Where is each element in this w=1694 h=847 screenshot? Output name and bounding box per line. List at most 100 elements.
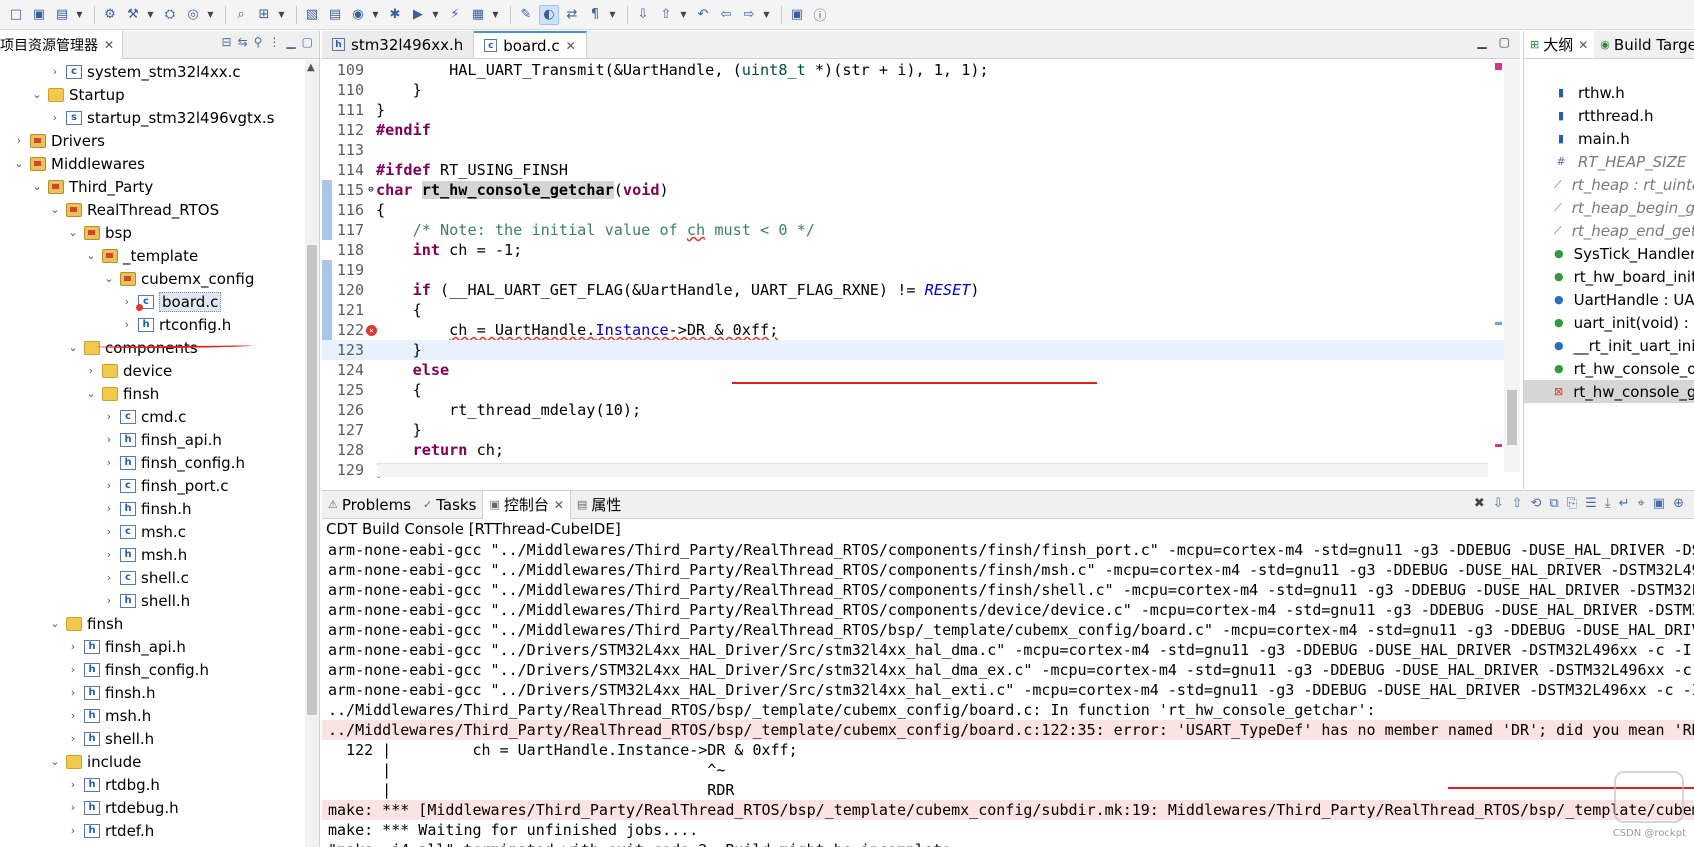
editor-horizontal-scrollbar[interactable] <box>378 463 1488 477</box>
code-line[interactable]: 113 <box>322 140 1520 160</box>
ruler-marker[interactable] <box>1495 444 1502 447</box>
open-icon[interactable]: ▦ <box>468 5 488 25</box>
prev-error-icon[interactable]: ⇧ <box>1512 496 1523 511</box>
forward-icon[interactable]: ⇨ <box>739 5 759 25</box>
outline-item[interactable]: ⟋ rt_heap : rt_uint8_t <box>1524 173 1694 196</box>
tree-item[interactable]: › s startup_stm32l496vgtx.s <box>0 106 308 129</box>
new-icon[interactable]: □ <box>6 5 26 25</box>
ruler-marker[interactable] <box>1495 63 1502 70</box>
minimize-icon[interactable]: ▁ <box>1477 35 1486 49</box>
chevron-down-icon[interactable]: ⌄ <box>30 88 44 101</box>
chevron-right-icon[interactable]: › <box>66 640 80 653</box>
pilcrow-icon[interactable]: ¶ <box>585 5 605 25</box>
code-line[interactable]: 118 int ch = -1; <box>322 240 1520 260</box>
tree-item[interactable]: › h finsh_api.h <box>0 635 308 658</box>
outline-item[interactable]: ● uart_init(void) : int <box>1524 311 1694 334</box>
close-icon[interactable]: ✕ <box>566 39 576 53</box>
code-line[interactable]: 120 if (__HAL_UART_GET_FLAG(&UartHandle,… <box>322 280 1520 300</box>
chevron-down-icon[interactable]: ▼ <box>762 10 771 19</box>
outline-item[interactable]: ▮ main.h <box>1524 127 1694 150</box>
chevron-down-icon[interactable]: ▼ <box>146 10 155 19</box>
maximize-icon[interactable]: ▢ <box>302 35 313 49</box>
chevron-down-icon[interactable]: ▼ <box>679 10 688 19</box>
paste-icon[interactable]: ⎘ <box>1567 496 1577 511</box>
tree-item[interactable]: ⌄ finsh <box>0 612 308 635</box>
chevron-right-icon[interactable]: › <box>66 801 80 814</box>
link-errors-icon[interactable]: ⟲ <box>1531 496 1542 511</box>
code-line[interactable]: 121 { <box>322 300 1520 320</box>
link-editor-icon[interactable]: ⇆ <box>238 35 248 49</box>
chevron-right-icon[interactable]: › <box>120 318 134 331</box>
tree-item[interactable]: › h rtdbg.h <box>0 773 308 796</box>
chevron-down-icon[interactable]: ⌄ <box>66 226 80 239</box>
tree-item[interactable]: › c system_stm32l4xx.c <box>0 60 308 83</box>
code-line[interactable]: 123 } <box>322 340 1520 360</box>
tree-item[interactable]: › c msh.c <box>0 520 308 543</box>
chevron-down-icon[interactable]: ⌄ <box>48 203 62 216</box>
tree-item[interactable]: › h rtdef.h <box>0 819 308 842</box>
tree-item[interactable]: ⌄ finsh <box>0 382 308 405</box>
console-output[interactable]: arm-none-eabi-gcc "../Middlewares/Third_… <box>322 540 1694 847</box>
editor-vertical-scrollbar[interactable] <box>1504 60 1520 472</box>
fold-icon[interactable]: ⊖ <box>366 185 376 195</box>
tree-item[interactable]: › h finsh_config.h <box>0 658 308 681</box>
clear-console-icon[interactable]: ☰ <box>1585 496 1597 511</box>
editor-tab[interactable]: h stm32l496xx.h <box>322 31 475 58</box>
info-icon[interactable]: ⓘ <box>810 5 830 25</box>
chevron-right-icon[interactable]: › <box>102 502 116 515</box>
next-error-icon[interactable]: ⇩ <box>1493 496 1504 511</box>
save-all-icon[interactable]: ▤ <box>52 5 72 25</box>
debug-icon[interactable]: ◎ <box>183 5 203 25</box>
tree-item[interactable]: ⌄ Middlewares <box>0 152 308 175</box>
scroll-up-icon[interactable]: ▲ <box>307 62 315 73</box>
outline-item[interactable]: # RT_HEAP_SIZE <box>1524 150 1694 173</box>
prev-annotation-icon[interactable]: ⇧ <box>656 5 676 25</box>
chevron-down-icon[interactable]: ▼ <box>75 10 84 19</box>
chevron-down-icon[interactable]: ⌄ <box>12 157 26 170</box>
new-file-icon[interactable]: ▤ <box>325 5 345 25</box>
tree-item[interactable]: ⌄ include <box>0 750 308 773</box>
editor-tab[interactable]: c board.c ✕ <box>474 31 587 58</box>
code-line[interactable]: 122 ✕ ch = UartHandle.Instance->DR & 0xff… <box>322 320 1520 340</box>
chevron-down-icon[interactable]: ▼ <box>371 10 380 19</box>
chevron-right-icon[interactable]: › <box>48 111 62 124</box>
chevron-down-icon[interactable]: ⌄ <box>48 617 62 630</box>
chevron-right-icon[interactable]: › <box>66 824 80 837</box>
chevron-down-icon[interactable]: ▼ <box>491 10 500 19</box>
outline-item[interactable]: ● UartHandle : UART_HandleTypeDef <box>1524 288 1694 311</box>
chevron-down-icon[interactable]: ▼ <box>206 10 215 19</box>
chevron-right-icon[interactable]: › <box>66 778 80 791</box>
outline-item[interactable]: ⟋ rt_heap_begin_get <box>1524 196 1694 219</box>
outline-tab[interactable]: ⊞ 大纲 ✕ <box>1524 31 1595 58</box>
search-icon[interactable]: ⌕ <box>231 5 251 25</box>
hammer-icon[interactable]: ⚒ <box>123 5 143 25</box>
chevron-down-icon[interactable]: ⌄ <box>84 249 98 262</box>
run-icon[interactable]: ▶ <box>408 5 428 25</box>
code-line[interactable]: 124 else <box>322 360 1520 380</box>
bug-icon[interactable]: ✱ <box>385 5 405 25</box>
tree-item[interactable]: ⌄ _template <box>0 244 308 267</box>
close-icon[interactable]: ✕ <box>1578 38 1588 52</box>
console-tab[interactable]: ▣ 控制台 ✕ <box>482 490 571 519</box>
tree-item[interactable]: › h rtdebug.h <box>0 796 308 819</box>
chevron-right-icon[interactable]: › <box>102 456 116 469</box>
code-line[interactable]: 112 #endif <box>322 120 1520 140</box>
tab-project-explorer[interactable]: 项目资源管理器 ✕ <box>0 30 124 59</box>
open-perspective-icon[interactable]: ▣ <box>787 5 807 25</box>
tree-item[interactable]: › h shell.h <box>0 727 308 750</box>
pencil-icon[interactable]: ✎ <box>516 5 536 25</box>
tree-item[interactable]: ⌄ Third_Party <box>0 175 308 198</box>
code-line[interactable]: 126 rt_thread_mdelay(10); <box>322 400 1520 420</box>
code-line[interactable]: 109 HAL_UART_Transmit(&UartHandle, (uint… <box>322 60 1520 80</box>
code-line[interactable]: 128 return ch; <box>322 440 1520 460</box>
chevron-down-icon[interactable]: ▼ <box>431 10 440 19</box>
chevron-right-icon[interactable]: › <box>12 134 26 147</box>
outline-item[interactable]: ● SysTick_Handler <box>1524 242 1694 265</box>
chevron-right-icon[interactable]: › <box>66 663 80 676</box>
last-edit-icon[interactable]: ↶ <box>693 5 713 25</box>
chevron-right-icon[interactable]: › <box>66 686 80 699</box>
code-line[interactable]: 115 ⊖ char rt_hw_console_getchar(void) <box>322 180 1520 200</box>
tree-item[interactable]: › h finsh_api.h <box>0 428 308 451</box>
chevron-down-icon[interactable]: ⌄ <box>66 341 80 354</box>
code-area[interactable]: 109 HAL_UART_Transmit(&UartHandle, (uint… <box>322 60 1520 490</box>
